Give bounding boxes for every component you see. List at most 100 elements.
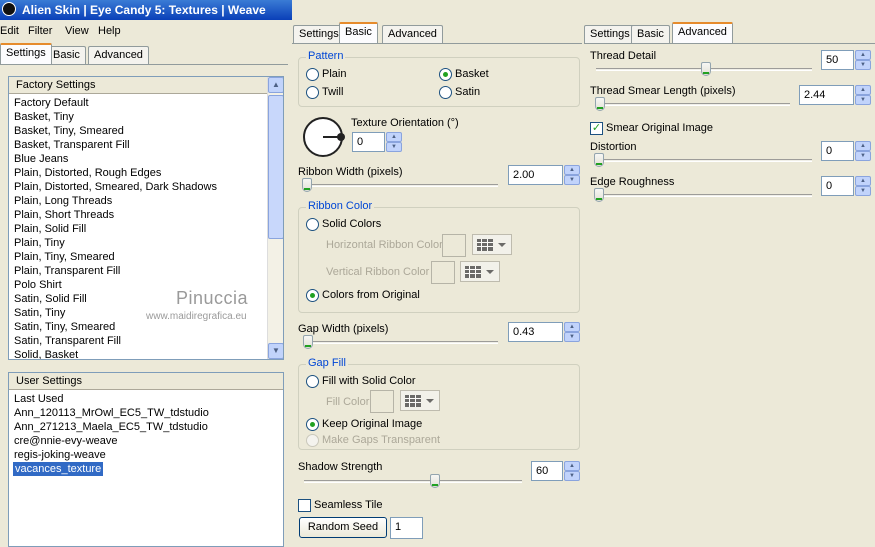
keep-original-image-radio[interactable] <box>306 418 319 431</box>
random-seed-button[interactable]: Random Seed <box>299 517 387 538</box>
menu-view[interactable]: View <box>65 25 89 37</box>
right-tab-settings[interactable]: Settings <box>584 25 636 43</box>
thread-smear-spin[interactable]: 2.44 ▲ ▼ <box>799 85 871 105</box>
spin-up-icon[interactable]: ▲ <box>855 141 871 151</box>
solid-colors-radio[interactable] <box>306 218 319 231</box>
user-list-item[interactable]: Last Used <box>14 392 64 406</box>
user-list-item[interactable]: cre@nnie-evy-weave <box>14 434 118 448</box>
mid-tab-advanced[interactable]: Advanced <box>382 25 443 43</box>
left-tab-basic[interactable]: Basic <box>47 46 86 64</box>
thread-smear-thumb[interactable] <box>595 97 605 111</box>
ribbon-width-track[interactable] <box>304 184 498 187</box>
spin-down-icon[interactable]: ▼ <box>855 151 871 161</box>
smear-original-image-checkbox[interactable]: ✓ <box>590 122 603 135</box>
orientation-dial[interactable] <box>303 117 345 157</box>
pattern-twill-radio[interactable] <box>306 86 319 99</box>
thread-detail-spin[interactable]: 50 ▲ ▼ <box>821 50 871 70</box>
distortion-track[interactable] <box>596 159 812 162</box>
gap-width-thumb[interactable] <box>303 335 313 349</box>
right-tab-basic[interactable]: Basic <box>631 25 670 43</box>
spin-up-icon[interactable]: ▲ <box>564 165 580 175</box>
factory-list-item[interactable]: Satin, Solid Fill <box>14 292 87 306</box>
distortion-spin[interactable]: 0 ▲ ▼ <box>821 141 871 161</box>
seamless-tile-checkbox[interactable] <box>298 499 311 512</box>
menu-help[interactable]: Help <box>98 25 121 37</box>
fill-color-picker[interactable] <box>400 390 440 411</box>
distortion-thumb[interactable] <box>594 153 604 167</box>
thread-smear-track[interactable] <box>596 103 790 106</box>
factory-list-item[interactable]: Basket, Tiny <box>14 110 74 124</box>
distortion-field[interactable]: 0 <box>821 141 854 161</box>
ribbon-width-thumb[interactable] <box>302 178 312 192</box>
factory-list-item[interactable]: Satin, Transparent Fill <box>14 334 121 348</box>
factory-list-item[interactable]: Satin, Tiny <box>14 306 65 320</box>
spin-down-icon[interactable]: ▼ <box>855 95 871 105</box>
shadow-strength-thumb[interactable] <box>430 474 440 488</box>
spin-up-icon[interactable]: ▲ <box>564 461 580 471</box>
mid-tab-basic[interactable]: Basic <box>339 22 378 43</box>
factory-list-item[interactable]: Blue Jeans <box>14 152 68 166</box>
factory-list-item[interactable]: Plain, Solid Fill <box>14 222 86 236</box>
user-list-item[interactable]: Ann_120113_MrOwl_EC5_TW_tdstudio <box>14 406 209 420</box>
gap-width-spin[interactable]: 0.43 ▲ ▼ <box>508 322 580 342</box>
user-settings-list[interactable]: User Settings Last Used Ann_120113_MrOwl_… <box>8 372 284 547</box>
scroll-up-icon[interactable]: ▲ <box>268 77 283 93</box>
user-list-item[interactable]: regis-joking-weave <box>14 448 106 462</box>
factory-list-item[interactable]: Polo Shirt <box>14 278 62 292</box>
pattern-basket-radio[interactable] <box>439 68 452 81</box>
random-seed-field-wrap[interactable]: 1 <box>390 517 440 539</box>
factory-list-item[interactable]: Plain, Distorted, Smeared, Dark Shadows <box>14 180 217 194</box>
edge-roughness-field[interactable]: 0 <box>821 176 854 196</box>
pattern-plain-radio[interactable] <box>306 68 319 81</box>
dial-handle[interactable] <box>337 133 345 141</box>
shadow-strength-field[interactable]: 60 <box>531 461 563 481</box>
factory-list-item[interactable]: Satin, Tiny, Smeared <box>14 320 115 334</box>
left-tab-settings[interactable]: Settings <box>0 43 52 64</box>
spin-up-icon[interactable]: ▲ <box>855 85 871 95</box>
spin-down-icon[interactable]: ▼ <box>564 471 580 481</box>
pattern-satin-radio[interactable] <box>439 86 452 99</box>
spin-up-icon[interactable]: ▲ <box>564 322 580 332</box>
spin-up-icon[interactable]: ▲ <box>855 50 871 60</box>
colors-from-original-radio[interactable] <box>306 289 319 302</box>
horizontal-ribbon-color-swatch[interactable] <box>442 234 466 257</box>
scroll-thumb[interactable] <box>268 95 283 239</box>
texture-orientation-spin[interactable]: 0 ▲ ▼ <box>352 132 402 152</box>
shadow-strength-track[interactable] <box>304 480 522 483</box>
thread-detail-thumb[interactable] <box>701 62 711 76</box>
spin-down-icon[interactable]: ▼ <box>564 332 580 342</box>
gap-width-track[interactable] <box>304 341 498 344</box>
user-list-item[interactable]: vacances_texture <box>13 462 104 476</box>
vertical-ribbon-color-picker[interactable] <box>460 261 500 282</box>
spin-down-icon[interactable]: ▼ <box>855 60 871 70</box>
make-gaps-transparent-radio[interactable] <box>306 434 319 447</box>
edge-roughness-spin[interactable]: 0 ▲ ▼ <box>821 176 871 196</box>
shadow-strength-spin[interactable]: 60 ▲ ▼ <box>531 461 580 481</box>
factory-list-item[interactable]: Plain, Transparent Fill <box>14 264 120 278</box>
texture-orientation-field[interactable]: 0 <box>352 132 385 152</box>
fill-solid-color-radio[interactable] <box>306 375 319 388</box>
thread-smear-field[interactable]: 2.44 <box>799 85 854 105</box>
thread-detail-field[interactable]: 50 <box>821 50 854 70</box>
factory-list-item[interactable]: Plain, Tiny <box>14 236 65 250</box>
gap-width-field[interactable]: 0.43 <box>508 322 563 342</box>
user-list-item[interactable]: Ann_271213_Maela_EC5_TW_tdstudio <box>14 420 208 434</box>
horizontal-ribbon-color-picker[interactable] <box>472 234 512 255</box>
factory-list-item[interactable]: Basket, Transparent Fill <box>14 138 130 152</box>
ribbon-width-field[interactable]: 2.00 <box>508 165 563 185</box>
factory-list-item[interactable]: Basket, Tiny, Smeared <box>14 124 124 138</box>
mid-tab-settings[interactable]: Settings <box>293 25 345 43</box>
ribbon-width-spin[interactable]: 2.00 ▲ ▼ <box>508 165 580 185</box>
factory-list-item[interactable]: Factory Default <box>14 96 89 110</box>
edge-roughness-thumb[interactable] <box>594 188 604 202</box>
left-tab-advanced[interactable]: Advanced <box>88 46 149 64</box>
edge-roughness-track[interactable] <box>596 194 812 197</box>
menu-filter[interactable]: Filter <box>28 25 52 37</box>
factory-list-item[interactable]: Plain, Short Threads <box>14 208 114 222</box>
factory-scrollbar[interactable]: ▲ ▼ <box>267 77 283 359</box>
factory-list-item[interactable]: Solid, Basket <box>14 348 78 359</box>
spin-down-icon[interactable]: ▼ <box>386 142 402 152</box>
spin-down-icon[interactable]: ▼ <box>564 175 580 185</box>
factory-list-item[interactable]: Plain, Distorted, Rough Edges <box>14 166 161 180</box>
vertical-ribbon-color-swatch[interactable] <box>431 261 455 284</box>
